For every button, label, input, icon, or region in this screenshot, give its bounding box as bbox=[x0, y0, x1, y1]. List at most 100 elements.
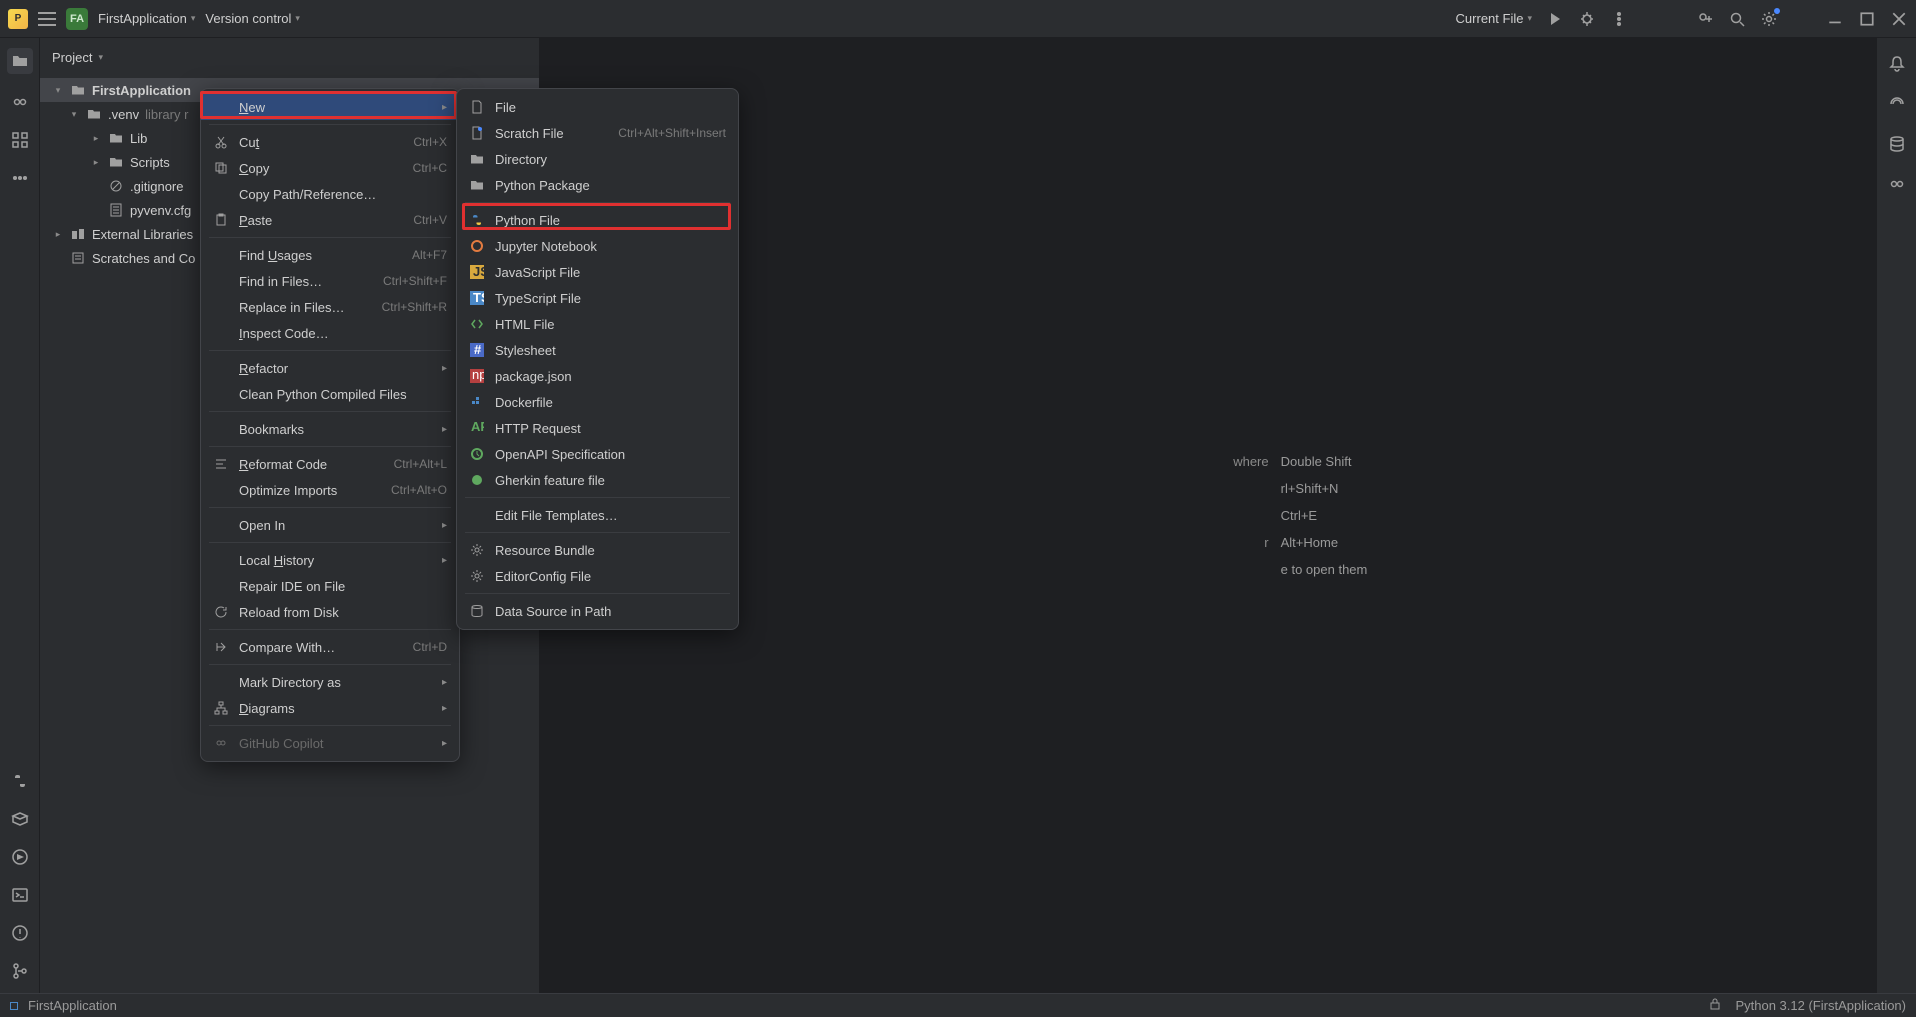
ctx-item-diagrams[interactable]: Diagrams▸ bbox=[201, 695, 459, 721]
submenu-item-file[interactable]: File bbox=[457, 94, 738, 120]
minimize-icon[interactable] bbox=[1826, 10, 1844, 28]
database-icon[interactable] bbox=[1887, 134, 1907, 154]
ctx-item-copy[interactable]: CopyCtrl+C bbox=[201, 155, 459, 181]
hint-2-kbd: rl+Shift+N bbox=[1281, 481, 1339, 496]
svg-text:TS: TS bbox=[473, 291, 484, 305]
submenu-item-typescript-file[interactable]: TSTypeScript File bbox=[457, 285, 738, 311]
tree-pyvenv-label: pyvenv.cfg bbox=[130, 203, 191, 218]
left-tool-rail bbox=[0, 38, 40, 993]
ctx-item-clean-python-compiled-files[interactable]: Clean Python Compiled Files bbox=[201, 381, 459, 407]
structure-tool-icon[interactable] bbox=[10, 130, 30, 150]
submenu-item-gherkin-feature-file[interactable]: Gherkin feature file bbox=[457, 467, 738, 493]
python-console-icon[interactable] bbox=[10, 771, 30, 791]
svg-text:JS: JS bbox=[473, 265, 484, 279]
submenu-item-resource-bundle[interactable]: Resource Bundle bbox=[457, 537, 738, 563]
submenu-item-package-json[interactable]: npmpackage.json bbox=[457, 363, 738, 389]
editor-area: whereDouble Shift rl+Shift+N Ctrl+E rAlt… bbox=[540, 38, 1876, 993]
ctx-item-inspect-code-[interactable]: Inspect Code… bbox=[201, 320, 459, 346]
ctx-item-repair-ide-on-file[interactable]: Repair IDE on File bbox=[201, 573, 459, 599]
run-config-dropdown[interactable]: Current File▾ bbox=[1456, 11, 1532, 26]
new-submenu: FileScratch FileCtrl+Alt+Shift+InsertDir… bbox=[456, 88, 739, 630]
ctx-item-refactor[interactable]: Refactor▸ bbox=[201, 355, 459, 381]
terminal-icon[interactable] bbox=[10, 885, 30, 905]
submenu-item-openapi-specification[interactable]: OpenAPI Specification bbox=[457, 441, 738, 467]
more-icon[interactable] bbox=[1610, 10, 1628, 28]
ctx-item-optimize-imports[interactable]: Optimize ImportsCtrl+Alt+O bbox=[201, 477, 459, 503]
ctx-item-find-in-files-[interactable]: Find in Files…Ctrl+Shift+F bbox=[201, 268, 459, 294]
more-tool-icon[interactable] bbox=[10, 168, 30, 188]
settings-icon[interactable] bbox=[1760, 10, 1778, 28]
tree-venv-hint: library r bbox=[145, 107, 188, 122]
run-icon[interactable] bbox=[1546, 10, 1564, 28]
lock-icon[interactable] bbox=[1709, 998, 1721, 1013]
submenu-item-html-file[interactable]: HTML File bbox=[457, 311, 738, 337]
vcs-icon[interactable] bbox=[10, 961, 30, 981]
submenu-item-stylesheet[interactable]: #Stylesheet bbox=[457, 337, 738, 363]
ctx-item-github-copilot: GitHub Copilot▸ bbox=[201, 730, 459, 756]
hint-1-label: where bbox=[1049, 454, 1269, 469]
hint-4-kbd: Alt+Home bbox=[1281, 535, 1338, 550]
ctx-item-mark-directory-as[interactable]: Mark Directory as▸ bbox=[201, 669, 459, 695]
ctx-item-open-in[interactable]: Open In▸ bbox=[201, 512, 459, 538]
ctx-item-cut[interactable]: CutCtrl+X bbox=[201, 129, 459, 155]
hint-5: e to open them bbox=[1281, 562, 1368, 577]
right-tool-rail bbox=[1876, 38, 1916, 993]
tree-lib-label: Lib bbox=[130, 131, 147, 146]
editor-hints: whereDouble Shift rl+Shift+N Ctrl+E rAlt… bbox=[1049, 454, 1368, 577]
vcs-dropdown[interactable]: Version control▾ bbox=[205, 11, 300, 26]
svg-text:#: # bbox=[474, 343, 482, 357]
project-panel-header[interactable]: Project ▾ bbox=[40, 38, 539, 76]
status-interpreter[interactable]: Python 3.12 (FirstApplication) bbox=[1735, 998, 1906, 1013]
ctx-item-bookmarks[interactable]: Bookmarks▸ bbox=[201, 416, 459, 442]
project-dropdown[interactable]: FirstApplication▾ bbox=[98, 11, 195, 26]
main-menu-button[interactable] bbox=[38, 12, 56, 26]
submenu-item-editorconfig-file[interactable]: EditorConfig File bbox=[457, 563, 738, 589]
ctx-item-copy-path-reference-[interactable]: Copy Path/Reference… bbox=[201, 181, 459, 207]
project-badge[interactable]: FA bbox=[66, 8, 88, 30]
ctx-item-reload-from-disk[interactable]: Reload from Disk bbox=[201, 599, 459, 625]
ctx-item-new[interactable]: New▸ bbox=[201, 94, 459, 120]
copilot-right-icon[interactable] bbox=[1887, 174, 1907, 194]
python-packages-icon[interactable] bbox=[10, 809, 30, 829]
svg-text:npm: npm bbox=[472, 369, 484, 382]
submenu-item-scratch-file[interactable]: Scratch FileCtrl+Alt+Shift+Insert bbox=[457, 120, 738, 146]
code-with-me-icon[interactable] bbox=[1696, 10, 1714, 28]
submenu-item-python-file[interactable]: Python File bbox=[457, 207, 738, 233]
maximize-icon[interactable] bbox=[1858, 10, 1876, 28]
ai-icon[interactable] bbox=[1887, 94, 1907, 114]
submenu-item-jupyter-notebook[interactable]: Jupyter Notebook bbox=[457, 233, 738, 259]
submenu-item-dockerfile[interactable]: Dockerfile bbox=[457, 389, 738, 415]
ctx-item-find-usages[interactable]: Find UsagesAlt+F7 bbox=[201, 242, 459, 268]
ctx-item-replace-in-files-[interactable]: Replace in Files…Ctrl+Shift+R bbox=[201, 294, 459, 320]
close-icon[interactable] bbox=[1890, 10, 1908, 28]
submenu-item-data-source-in-path[interactable]: Data Source in Path bbox=[457, 598, 738, 624]
context-menu: New▸ CutCtrl+XCopyCtrl+CCopy Path/Referen… bbox=[200, 88, 460, 762]
copilot-tool-icon[interactable] bbox=[10, 92, 30, 112]
submenu-item-directory[interactable]: Directory bbox=[457, 146, 738, 172]
tree-root-label: FirstApplication bbox=[92, 83, 191, 98]
tree-gitignore-label: .gitignore bbox=[130, 179, 183, 194]
submenu-item-http-request[interactable]: APIHTTP Request bbox=[457, 415, 738, 441]
titlebar: P FA FirstApplication▾ Version control▾ … bbox=[0, 0, 1916, 38]
tree-scratches-label: Scratches and Co bbox=[92, 251, 195, 266]
debug-icon[interactable] bbox=[1578, 10, 1596, 28]
ctx-item-paste[interactable]: PasteCtrl+V bbox=[201, 207, 459, 233]
status-project-name[interactable]: FirstApplication bbox=[28, 998, 117, 1013]
tree-scripts-label: Scripts bbox=[130, 155, 170, 170]
search-icon[interactable] bbox=[1728, 10, 1746, 28]
status-bar: FirstApplication Python 3.12 (FirstAppli… bbox=[0, 993, 1916, 1017]
submenu-item-python-package[interactable]: Python Package bbox=[457, 172, 738, 198]
ctx-item-compare-with-[interactable]: Compare With…Ctrl+D bbox=[201, 634, 459, 660]
submenu-item-javascript-file[interactable]: JSJavaScript File bbox=[457, 259, 738, 285]
project-tool-icon[interactable] bbox=[7, 48, 33, 74]
svg-text:API: API bbox=[471, 421, 484, 434]
hint-3-kbd: Ctrl+E bbox=[1281, 508, 1317, 523]
problems-icon[interactable] bbox=[10, 923, 30, 943]
tree-venv-label: .venv bbox=[108, 107, 139, 122]
submenu-item-edit-file-templates-[interactable]: Edit File Templates… bbox=[457, 502, 738, 528]
notifications-icon[interactable] bbox=[1887, 54, 1907, 74]
app-icon: P bbox=[8, 9, 28, 29]
services-icon[interactable] bbox=[10, 847, 30, 867]
ctx-item-reformat-code[interactable]: Reformat CodeCtrl+Alt+L bbox=[201, 451, 459, 477]
ctx-item-local-history[interactable]: Local History▸ bbox=[201, 547, 459, 573]
